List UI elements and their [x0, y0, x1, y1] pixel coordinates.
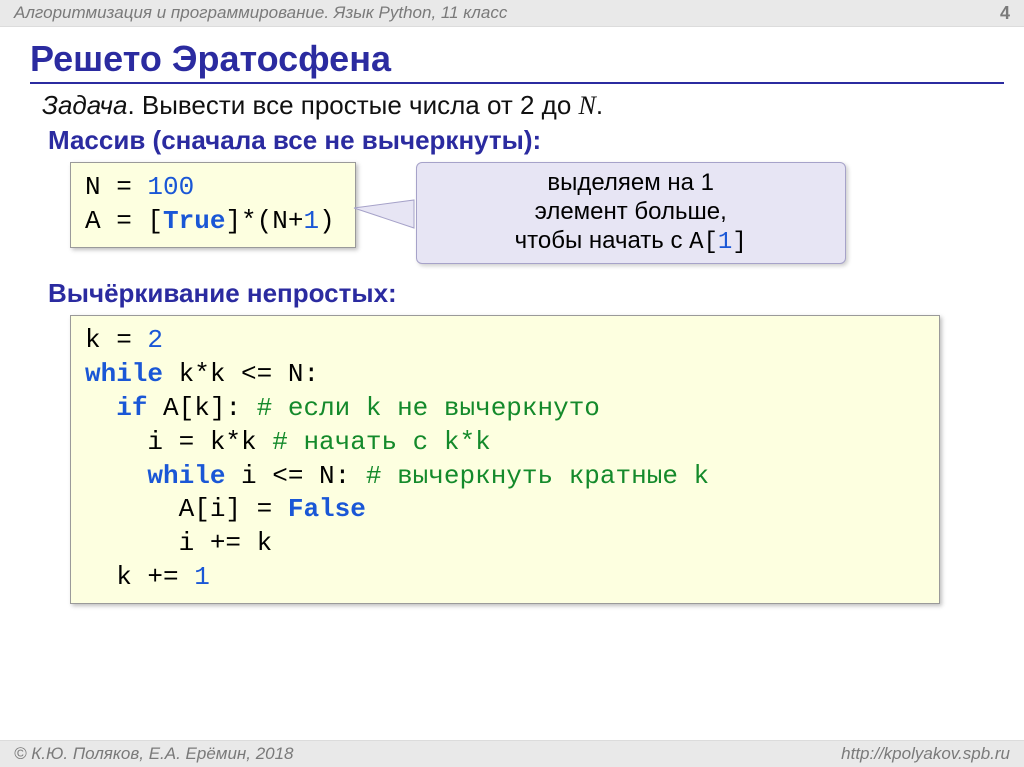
header-bar: Алгоритмизация и программирование. Язык …: [0, 0, 1024, 27]
note-line-3: чтобы начать с A[1]: [515, 227, 747, 254]
page-title: Решето Эратосфена: [30, 38, 1004, 84]
subheading-cross: Вычёркивание непростых:: [48, 278, 1004, 309]
code-text: N = 100 A = [True]*(N+1): [85, 172, 335, 236]
note-line-1: выделяем на 1: [547, 169, 714, 196]
task-label: Задача: [42, 90, 127, 120]
course-label: Алгоритмизация и программирование. Язык …: [14, 0, 507, 26]
code-text: k = 2 while k*k <= N: if A[k]: # если k …: [85, 325, 709, 592]
note-line-2: элемент больше,: [535, 198, 727, 225]
task-text-after: .: [596, 90, 603, 120]
footer-url: http://kpolyakov.spb.ru: [841, 741, 1010, 767]
slide: Алгоритмизация и программирование. Язык …: [0, 0, 1024, 767]
task-line: Задача. Вывести все простые числа от 2 д…: [42, 90, 1004, 121]
task-text-before: . Вывести все простые числа от 2 до: [127, 90, 578, 120]
code-block-sieve: k = 2 while k*k <= N: if A[k]: # если k …: [70, 315, 940, 603]
callout-note: выделяем на 1 элемент больше, чтобы нача…: [416, 162, 846, 264]
task-N: N: [579, 91, 596, 120]
code-block-init: N = 100 A = [True]*(N+1): [70, 162, 356, 248]
copyright-label: © К.Ю. Поляков, Е.А. Ерёмин, 2018: [14, 741, 294, 767]
footer-bar: © К.Ю. Поляков, Е.А. Ерёмин, 2018 http:/…: [0, 740, 1024, 767]
page-number: 4: [1000, 0, 1010, 26]
callout-connector: [356, 200, 416, 226]
content-area: Решето Эратосфена Задача. Вывести все пр…: [30, 38, 1004, 737]
subheading-array: Массив (сначала все не вычеркнуты):: [48, 125, 1004, 156]
code-note-row: N = 100 A = [True]*(N+1) выделяем на 1 э…: [70, 162, 1004, 264]
